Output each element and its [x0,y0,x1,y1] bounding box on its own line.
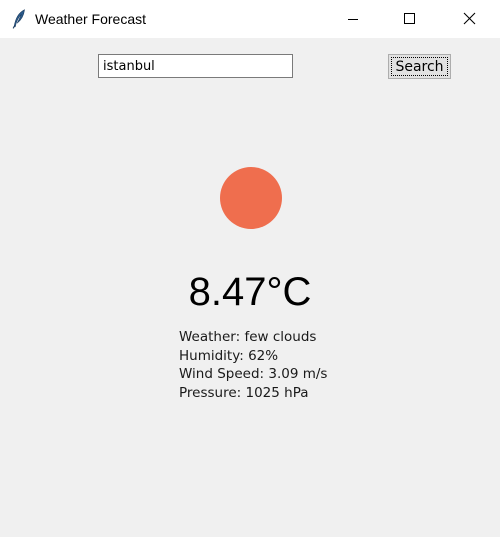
city-search-input[interactable] [98,54,293,78]
temperature-label: 8.47°C [188,270,312,314]
humidity-label: Humidity: 62% [179,347,279,364]
close-button[interactable] [446,0,492,38]
weather-description-label: Weather: few clouds [179,329,317,345]
search-button[interactable]: Search [388,54,451,79]
title-bar[interactable]: Weather Forecast [0,0,500,38]
maximize-icon [404,13,415,24]
close-icon [463,12,476,25]
search-button-label: Search [395,59,444,75]
minimize-button[interactable] [330,0,376,38]
minimize-icon [348,19,358,20]
pressure-label: Pressure: 1025 hPa [179,384,309,401]
weather-condition-icon [220,167,282,229]
feather-icon [12,9,26,29]
maximize-button[interactable] [386,0,432,38]
weather-details: Weather: few clouds Humidity: 62% Wind S… [179,328,327,402]
app-window: Weather Forecast Search 8.47°C Weather: … [0,0,500,537]
wind-speed-label: Wind Speed: 3.09 m/s [179,366,328,382]
window-title: Weather Forecast [35,11,147,27]
